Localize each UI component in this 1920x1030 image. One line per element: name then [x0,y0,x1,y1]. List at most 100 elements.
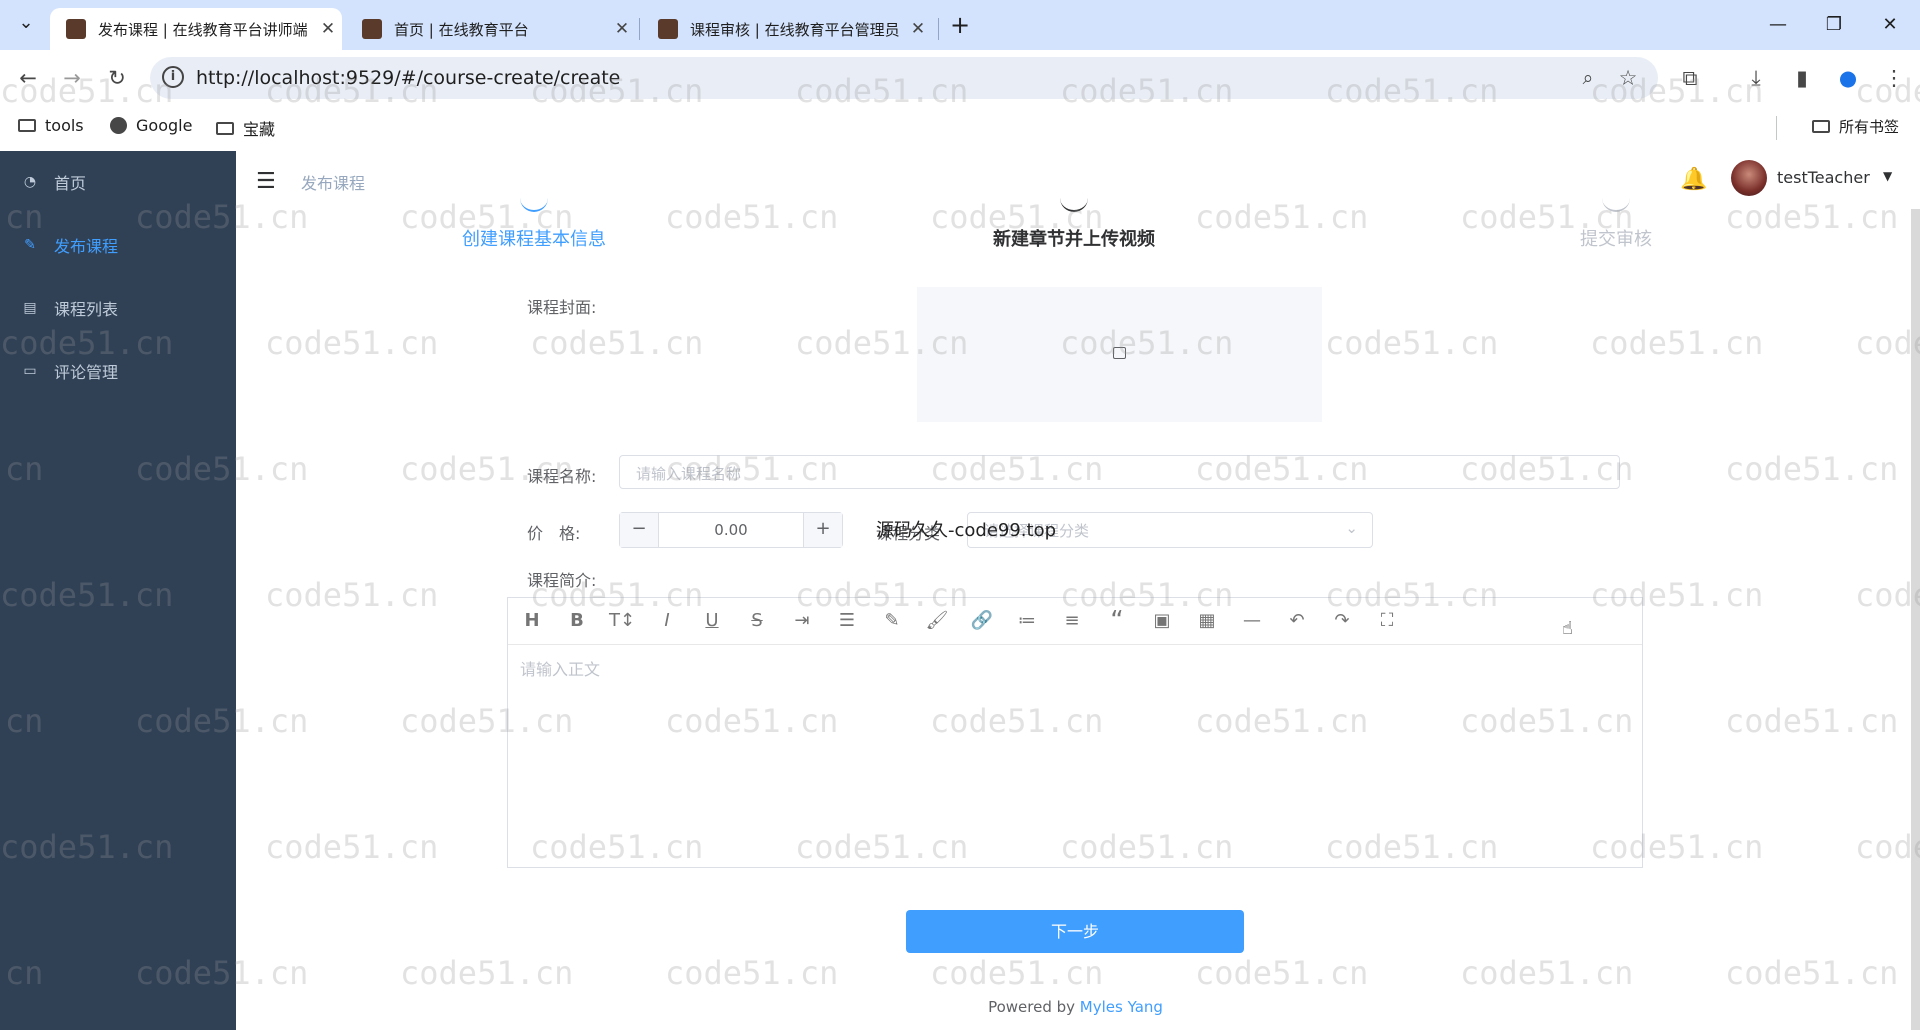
watermark-text: code51.cn [1460,954,1634,992]
watermark-text: code51.cn [1195,954,1369,992]
back-icon[interactable]: ← [14,64,42,92]
dashboard-icon: ◔ [23,174,37,190]
bookmark-star-icon[interactable]: ☆ [1614,64,1642,92]
breadcrumb[interactable]: 发布课程 [301,170,365,194]
plus-icon[interactable]: + [803,513,842,547]
globe-icon [110,117,127,134]
watermark-text: code51.cn [1725,702,1899,740]
watermark-text: code51.cn [265,324,439,362]
browser-tab[interactable]: 课程审核 | 在线教育平台管理员 ✕ [642,8,932,50]
bookmark-separator [1776,116,1777,140]
tab-title: 课程审核 | 在线教育平台管理员 [690,20,900,39]
indent-icon[interactable]: ⇥ [788,607,816,635]
close-tab-icon[interactable]: ✕ [314,19,342,39]
scrollbar[interactable] [1911,209,1920,1030]
side-panel-icon[interactable]: ▮ [1788,64,1816,92]
extensions-icon[interactable]: ⧉ [1676,64,1704,92]
overlay-watermark: 源码久久-code99.top [876,520,1057,541]
price-label: 价 格: [527,524,581,543]
strikethrough-icon[interactable]: S [743,607,771,635]
new-tab-icon[interactable]: + [940,8,980,42]
bold-icon[interactable]: B [563,607,591,635]
sidebar-item-comments[interactable]: ▭ 评论管理 [0,343,236,399]
list-icon[interactable]: ≔ [1013,607,1041,635]
site-info-icon[interactable]: i [162,66,184,88]
watermark-text: code51.cn [665,954,839,992]
download-icon[interactable]: ⤓ [1742,64,1770,92]
underline-icon[interactable]: U [698,607,726,635]
course-name-input[interactable]: 请输入课程名称 [619,455,1620,489]
favicon-icon [658,19,678,39]
align-icon[interactable]: ≡ [1058,607,1086,635]
background-color-icon[interactable]: 🖌 [923,607,951,635]
address-bar[interactable]: i http://localhost:9529/#/course-create/… [150,57,1658,99]
watermark-text: code51.cn [530,324,704,362]
author-link[interactable]: Myles Yang [1080,998,1163,1016]
forward-icon[interactable]: → [58,64,86,92]
font-size-icon[interactable]: T↕ [608,607,636,635]
close-window-icon[interactable]: ✕ [1870,8,1910,42]
quote-icon[interactable]: “ [1103,607,1131,635]
folder-icon [18,119,36,132]
minimize-icon[interactable]: — [1758,8,1798,42]
reload-icon[interactable]: ↻ [103,64,131,92]
folder-icon [216,121,234,135]
watermark-text: code51.cn [1590,324,1764,362]
font-color-icon[interactable]: ✎ [878,607,906,635]
username[interactable]: testTeacher [1777,168,1870,187]
editor-placeholder[interactable]: 请输入正文 [520,656,600,680]
browser-tab[interactable]: 首页 | 在线教育平台 ✕ [346,8,636,50]
sidebar-item-course-list[interactable]: ▤ 课程列表 [0,280,236,336]
bell-icon[interactable]: 🔔 [1680,167,1707,192]
step-2-label: 新建章节并上传视频 [993,229,1155,250]
line-height-icon[interactable]: ☰ [833,607,861,635]
hamburger-icon[interactable]: ☰ [256,169,276,194]
tab-separator [639,18,640,40]
all-bookmarks[interactable]: 所有书签 [1812,116,1899,137]
tab-separator [938,18,939,40]
italic-icon[interactable]: I [653,607,681,635]
avatar[interactable] [1731,160,1767,196]
browser-tab[interactable]: 发布课程 | 在线教育平台讲师端 ✕ [50,8,342,50]
fullscreen-icon[interactable]: ⛶ [1373,607,1401,635]
bookmark-treasure[interactable]: 宝藏 [216,116,275,140]
watermark-text: code51.cn [1725,954,1899,992]
watermark-text: code51.cn [1725,450,1899,488]
heading-icon[interactable]: H [518,607,546,635]
profile-icon[interactable]: ● [1834,64,1862,92]
watermark-text: code51.cn [1325,324,1499,362]
image-icon[interactable]: ▣ [1148,607,1176,635]
sidebar-item-publish-course[interactable]: ✎ 发布课程 [0,217,236,273]
table-icon[interactable]: ▦ [1193,607,1221,635]
bookmark-label: Google [136,116,193,135]
caret-down-icon[interactable]: ▼ [1883,169,1892,183]
url-text[interactable]: http://localhost:9529/#/course-create/cr… [196,67,620,89]
rich-text-editor[interactable]: H B T↕ I U S ⇥ ☰ ✎ 🖌 🔗 ≔ ≡ “ ▣ ▦ — ↶ ↷ ⛶… [507,597,1643,868]
sidebar: ◔ 首页 ✎ 发布课程 ▤ 课程列表 ▭ 评论管理 [0,151,236,1030]
next-step-button[interactable]: 下一步 [906,910,1244,953]
link-icon[interactable]: 🔗 [968,607,996,635]
chevron-down-icon: ⌄ [1345,519,1358,537]
bookmark-tools[interactable]: tools [18,116,84,135]
price-stepper[interactable]: − 0.00 + [619,512,843,548]
tab-search-icon[interactable]: ⌄ [6,6,46,40]
undo-icon[interactable]: ↶ [1283,607,1311,635]
favicon-icon [66,19,86,39]
close-tab-icon[interactable]: ✕ [904,19,932,39]
cover-uploader[interactable] [917,287,1322,422]
bookmark-google[interactable]: Google [110,116,192,135]
sidebar-item-label: 首页 [54,174,87,193]
redo-icon[interactable]: ↷ [1328,607,1356,635]
close-tab-icon[interactable]: ✕ [608,19,636,39]
tab-title: 发布课程 | 在线教育平台讲师端 [98,20,308,39]
divider-icon[interactable]: — [1238,607,1266,635]
zoom-icon[interactable]: ⌕ [1574,64,1602,92]
sidebar-item-home[interactable]: ◔ 首页 [0,154,236,210]
watermark-text: code51.cn [400,954,574,992]
restore-icon[interactable]: ❐ [1814,8,1854,42]
price-value[interactable]: 0.00 [658,521,804,539]
menu-icon[interactable]: ⋮ [1880,64,1908,92]
hand-cursor-icon: ☝ [1562,618,1573,639]
minus-icon[interactable]: − [620,513,659,547]
sidebar-item-label: 评论管理 [54,363,119,382]
